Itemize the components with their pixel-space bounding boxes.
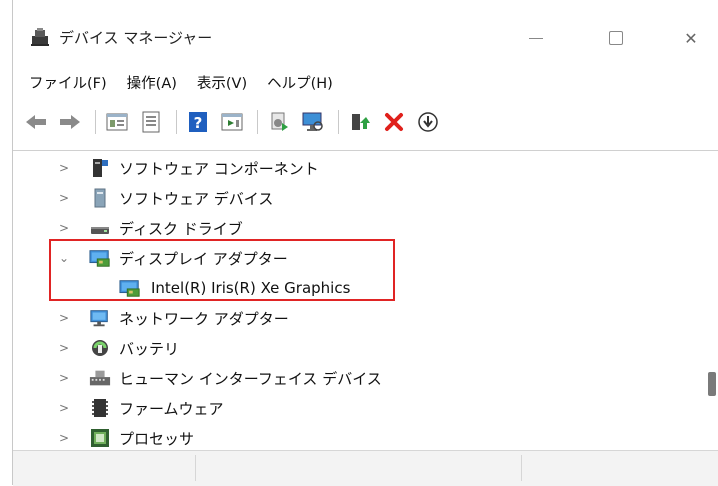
title-bar[interactable]: デバイス マネージャー ✕ xyxy=(13,0,718,68)
minimize-icon xyxy=(529,37,543,39)
tree-item-software-components[interactable]: > ソフトウェア コンポーネント xyxy=(13,153,703,183)
chevron-right-icon[interactable]: > xyxy=(57,191,71,205)
chevron-right-icon[interactable]: > xyxy=(57,341,71,355)
status-cell xyxy=(13,455,196,481)
vertical-scrollbar[interactable] xyxy=(706,150,718,450)
tree-item-label: プロセッサ xyxy=(119,429,195,448)
battery-icon xyxy=(89,337,111,359)
network-adapter-icon xyxy=(89,307,111,329)
toolbar-separator xyxy=(95,110,96,134)
tree-item-batteries[interactable]: > バッテリ xyxy=(13,333,703,363)
toolbar-separator xyxy=(257,110,258,134)
console-tree-icon xyxy=(106,113,128,131)
forward-icon xyxy=(60,115,80,129)
update-driver-button[interactable] xyxy=(264,107,294,137)
tree-item-network-adapters[interactable]: > ネットワーク アダプター xyxy=(13,303,703,333)
tree-item-human-interface-devices[interactable]: > ヒューマン インターフェイス デバイス xyxy=(13,363,703,393)
chevron-right-icon[interactable]: > xyxy=(57,221,71,235)
maximize-icon xyxy=(609,31,623,45)
close-button[interactable]: ✕ xyxy=(668,20,714,56)
menu-bar: ファイル(F) 操作(A) 表示(V) ヘルプ(H) xyxy=(13,68,718,96)
download-icon xyxy=(418,112,438,132)
scan-hardware-button[interactable] xyxy=(298,107,328,137)
tree-item-label: ヒューマン インターフェイス デバイス xyxy=(119,369,382,388)
window-title: デバイス マネージャー xyxy=(59,29,213,47)
device-manager-icon xyxy=(29,26,51,48)
properties-pane-icon xyxy=(142,111,160,133)
uninstall-device-button[interactable] xyxy=(379,107,409,137)
chevron-right-icon[interactable]: > xyxy=(57,371,71,385)
tree-item-label: ディスク ドライブ xyxy=(119,219,243,238)
software-component-icon xyxy=(89,157,111,179)
menu-action[interactable]: 操作(A) xyxy=(117,72,187,93)
scrollbar-thumb[interactable] xyxy=(708,372,716,396)
maximize-button[interactable] xyxy=(593,20,639,56)
firmware-icon xyxy=(89,397,111,419)
tree-item-label: ネットワーク アダプター xyxy=(119,309,289,328)
chevron-right-icon[interactable]: > xyxy=(57,311,71,325)
menu-file[interactable]: ファイル(F) xyxy=(19,72,117,93)
tree-item-firmware[interactable]: > ファームウェア xyxy=(13,393,703,423)
device-tree: > ソフトウェア コンポーネント > ソフトウェア デバイス > ディスク ドラ… xyxy=(13,150,718,451)
close-icon: ✕ xyxy=(684,28,698,48)
menu-view[interactable]: 表示(V) xyxy=(187,72,257,93)
minimize-button[interactable] xyxy=(513,20,559,56)
chevron-right-icon[interactable]: > xyxy=(57,161,71,175)
uninstall-icon xyxy=(385,113,403,131)
show-hide-tree-button[interactable] xyxy=(102,107,132,137)
chevron-right-icon[interactable]: > xyxy=(57,401,71,415)
hid-icon xyxy=(89,367,111,389)
tree-item-software-devices[interactable]: > ソフトウェア デバイス xyxy=(13,183,703,213)
run-button[interactable] xyxy=(217,107,247,137)
tree-item-label: ファームウェア xyxy=(119,399,224,418)
device-manager-window: デバイス マネージャー ✕ ファイル(F) 操作(A) 表示(V) ヘルプ(H) xyxy=(12,0,718,486)
enable-device-icon xyxy=(352,114,370,130)
status-bar xyxy=(13,450,718,486)
properties-button[interactable] xyxy=(136,107,166,137)
software-device-icon xyxy=(89,187,111,209)
download-button[interactable] xyxy=(413,107,443,137)
disk-drive-icon xyxy=(89,217,111,239)
forward-button[interactable] xyxy=(55,107,85,137)
toolbar: ? xyxy=(13,100,718,144)
scan-hardware-icon xyxy=(302,112,323,131)
processor-icon xyxy=(89,427,111,449)
menu-help[interactable]: ヘルプ(H) xyxy=(257,72,343,93)
tree-item-processors[interactable]: > プロセッサ xyxy=(13,423,703,451)
tree-item-label: ソフトウェア コンポーネント xyxy=(119,159,319,178)
svg-text:?: ? xyxy=(194,114,203,132)
status-cell xyxy=(195,455,522,481)
toolbar-separator xyxy=(338,110,339,134)
highlight-annotation xyxy=(49,239,395,301)
update-driver-icon xyxy=(271,112,288,131)
help-button[interactable]: ? xyxy=(183,107,213,137)
enable-device-button[interactable] xyxy=(345,107,375,137)
back-icon xyxy=(26,115,46,129)
toolbar-separator xyxy=(176,110,177,134)
chevron-right-icon[interactable]: > xyxy=(57,431,71,445)
tree-item-label: バッテリ xyxy=(119,339,180,358)
help-icon: ? xyxy=(189,112,207,132)
back-button[interactable] xyxy=(21,107,51,137)
run-icon xyxy=(221,113,243,131)
tree-item-label: ソフトウェア デバイス xyxy=(119,189,274,208)
